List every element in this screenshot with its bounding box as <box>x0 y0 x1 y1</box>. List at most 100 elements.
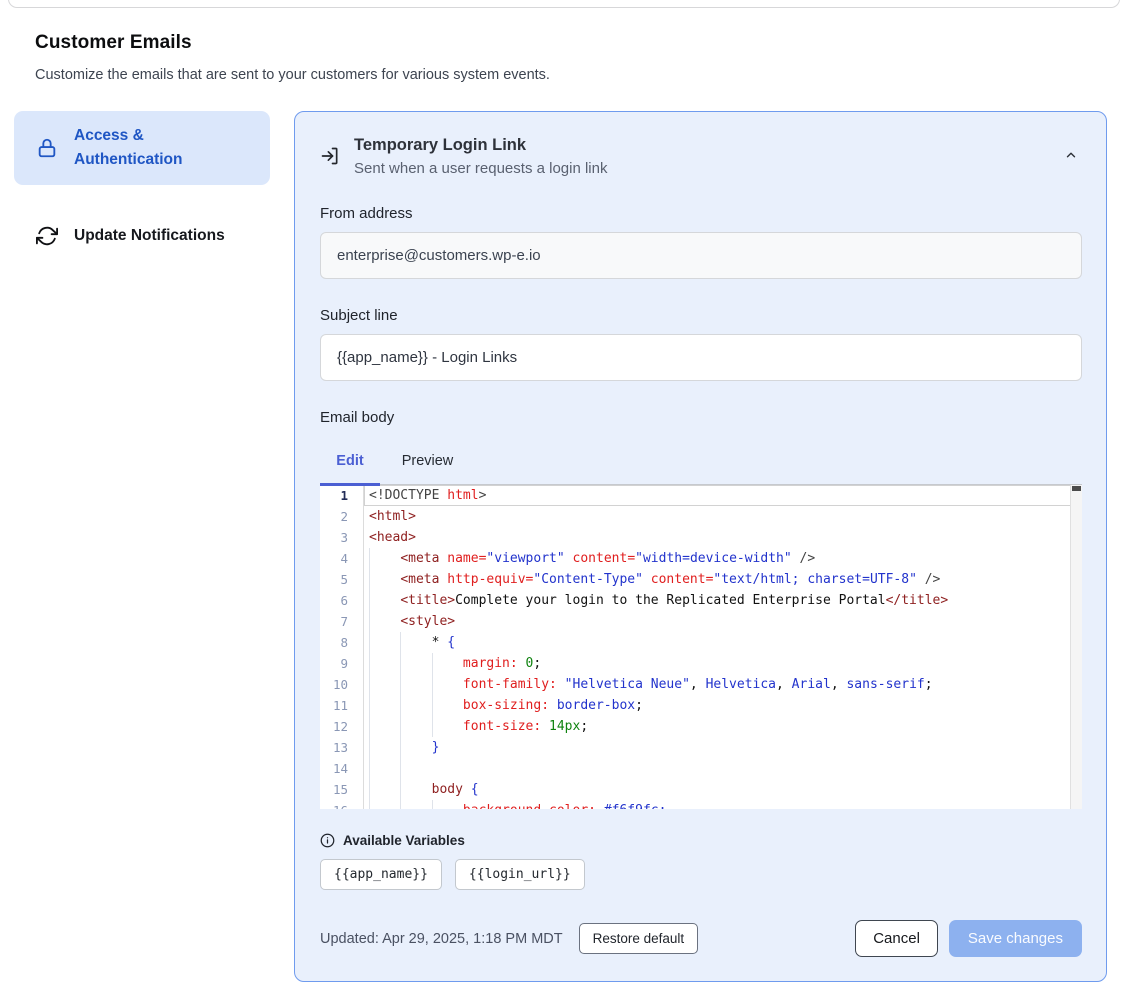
indent-guide <box>400 737 401 758</box>
code-line-2[interactable]: 2<html> <box>320 506 1082 527</box>
active-tab-indicator <box>320 483 380 486</box>
line-number: 12 <box>320 716 364 737</box>
indent-guide <box>432 716 433 737</box>
indent-guide <box>369 695 370 716</box>
page-subtitle: Customize the emails that are sent to yo… <box>35 67 1093 83</box>
code-editor-lines: 1<!DOCTYPE html>2<html>3<head>4 <meta na… <box>320 485 1082 809</box>
indent-guide <box>432 653 433 674</box>
code-line-8[interactable]: 8 * { <box>320 632 1082 653</box>
line-number: 9 <box>320 653 364 674</box>
variable-chips: {{app_name}} {{login_url}} <box>320 859 1082 890</box>
from-address-label: From address <box>320 205 1082 222</box>
indent-guide <box>369 611 370 632</box>
code-line-10[interactable]: 10 font-family: "Helvetica Neue", Helvet… <box>320 674 1082 695</box>
info-icon <box>320 833 335 848</box>
indent-guide <box>400 674 401 695</box>
restore-default-button[interactable]: Restore default <box>579 923 699 954</box>
editor-scrollbar-thumb[interactable] <box>1072 486 1081 491</box>
code-line-12[interactable]: 12 font-size: 14px; <box>320 716 1082 737</box>
indent-guide <box>369 779 370 800</box>
indent-guide <box>400 653 401 674</box>
line-number: 10 <box>320 674 364 695</box>
panel-subtitle: Sent when a user requests a login link <box>354 160 607 177</box>
code-line-1[interactable]: 1<!DOCTYPE html> <box>320 485 1082 506</box>
indent-guide <box>369 716 370 737</box>
sidebar-item-access-authentication[interactable]: Access & Authentication <box>14 111 270 185</box>
line-number: 6 <box>320 590 364 611</box>
from-address-input[interactable] <box>320 232 1082 279</box>
code-line-11[interactable]: 11 box-sizing: border-box; <box>320 695 1082 716</box>
code-line-13[interactable]: 13 } <box>320 737 1082 758</box>
previous-card-bottom-edge <box>8 0 1120 8</box>
indent-guide <box>400 758 401 779</box>
code-line-5[interactable]: 5 <meta http-equiv="Content-Type" conten… <box>320 569 1082 590</box>
tab-edit[interactable]: Edit <box>320 444 380 484</box>
email-body-label: Email body <box>320 409 1082 426</box>
email-types-sidebar: Access & Authentication Update Notificat… <box>14 111 270 261</box>
temporary-login-link-panel: Temporary Login Link Sent when a user re… <box>294 111 1107 982</box>
line-number: 14 <box>320 758 364 779</box>
code-line-3[interactable]: 3<head> <box>320 527 1082 548</box>
indent-guide <box>432 800 433 809</box>
code-line-9[interactable]: 9 margin: 0; <box>320 653 1082 674</box>
panel-footer: Updated: Apr 29, 2025, 1:18 PM MDT Resto… <box>320 920 1082 957</box>
indent-guide <box>369 674 370 695</box>
panel-header: Temporary Login Link Sent when a user re… <box>320 136 1082 177</box>
indent-guide <box>432 695 433 716</box>
code-line-15[interactable]: 15 body { <box>320 779 1082 800</box>
indent-guide <box>369 590 370 611</box>
available-variables-header: Available Variables <box>320 833 1082 848</box>
subject-line-label: Subject line <box>320 307 1082 324</box>
refresh-icon <box>36 225 58 247</box>
updated-timestamp: Updated: Apr 29, 2025, 1:18 PM MDT <box>320 931 563 947</box>
code-line-16[interactable]: 16 background-color: #f6f9fc; <box>320 800 1082 809</box>
collapse-panel-button[interactable] <box>1060 144 1082 166</box>
line-number: 3 <box>320 527 364 548</box>
indent-guide <box>400 695 401 716</box>
page-title: Customer Emails <box>35 32 1093 54</box>
available-variables-label: Available Variables <box>343 833 465 848</box>
indent-guide <box>400 779 401 800</box>
tab-preview[interactable]: Preview <box>380 444 475 484</box>
line-number: 7 <box>320 611 364 632</box>
code-editor[interactable]: 1<!DOCTYPE html>2<html>3<head>4 <meta na… <box>320 484 1082 809</box>
indent-guide <box>369 737 370 758</box>
sidebar-item-update-notifications[interactable]: Update Notifications <box>14 211 270 261</box>
line-number: 8 <box>320 632 364 653</box>
indent-guide <box>400 716 401 737</box>
variable-chip-app-name[interactable]: {{app_name}} <box>320 859 442 890</box>
sidebar-item-label: Update Notifications <box>74 224 225 248</box>
chevron-up-icon <box>1064 148 1078 162</box>
variable-chip-login-url[interactable]: {{login_url}} <box>455 859 585 890</box>
email-body-tabs: Edit Preview <box>320 444 1082 484</box>
code-line-7[interactable]: 7 <style> <box>320 611 1082 632</box>
line-number: 15 <box>320 779 364 800</box>
lock-icon <box>36 137 58 159</box>
indent-guide <box>369 632 370 653</box>
panel-title: Temporary Login Link <box>354 136 607 155</box>
page-header: Customer Emails Customize the emails tha… <box>0 0 1128 83</box>
line-number: 11 <box>320 695 364 716</box>
save-changes-button[interactable]: Save changes <box>949 920 1082 957</box>
line-number: 2 <box>320 506 364 527</box>
cancel-button[interactable]: Cancel <box>855 920 938 957</box>
indent-guide <box>400 632 401 653</box>
log-in-icon <box>320 146 340 166</box>
line-number: 1 <box>320 485 364 506</box>
subject-line-input[interactable] <box>320 334 1082 381</box>
indent-guide <box>369 569 370 590</box>
code-line-6[interactable]: 6 <title>Complete your login to the Repl… <box>320 590 1082 611</box>
sidebar-item-label: Access & Authentication <box>74 124 252 172</box>
line-number: 13 <box>320 737 364 758</box>
indent-guide <box>432 674 433 695</box>
line-number: 5 <box>320 569 364 590</box>
code-line-14[interactable]: 14 <box>320 758 1082 779</box>
editor-scrollbar-track[interactable] <box>1070 485 1082 809</box>
line-number: 16 <box>320 800 364 809</box>
indent-guide <box>400 800 401 809</box>
code-line-4[interactable]: 4 <meta name="viewport" content="width=d… <box>320 548 1082 569</box>
indent-guide <box>369 653 370 674</box>
indent-guide <box>369 800 370 809</box>
line-number: 4 <box>320 548 364 569</box>
indent-guide <box>369 548 370 569</box>
